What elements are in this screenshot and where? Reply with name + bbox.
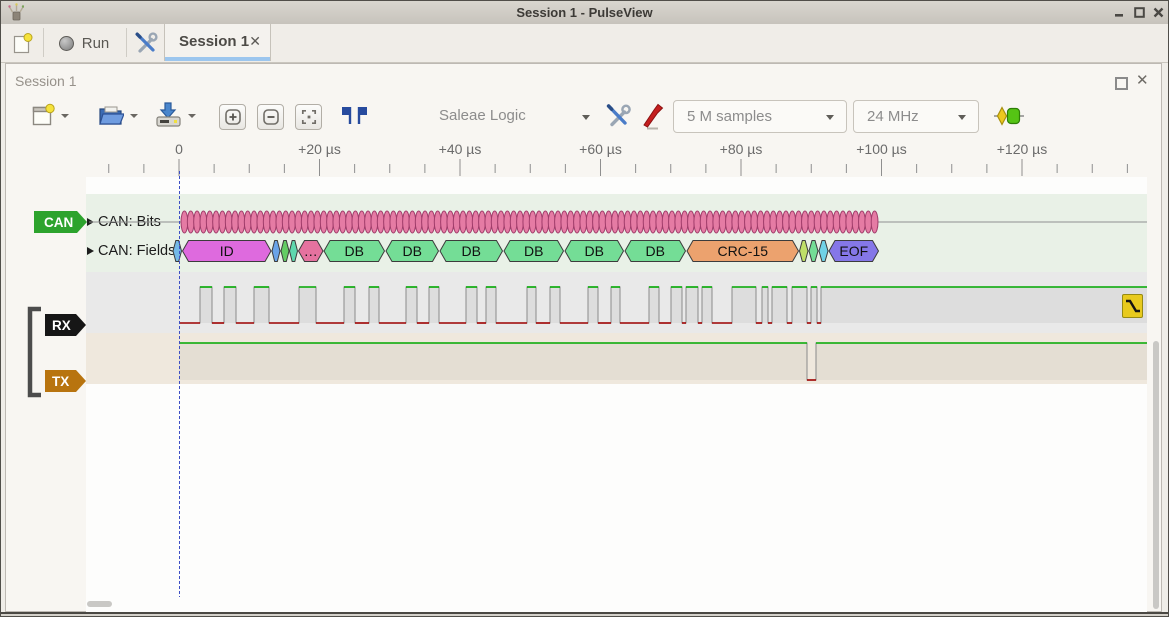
wrench-screwdriver-icon [134,32,158,55]
tx-row-background [86,333,1147,384]
run-label: Run [82,35,110,52]
probe-icon [639,101,666,130]
ruler-tick-label: +100 µs [856,141,907,157]
ruler-tick-label: +120 µs [997,141,1048,157]
ruler-tick-label: +40 µs [439,141,482,157]
channel-tag-label: TX [52,374,69,389]
channel-group-bracket [25,306,45,398]
ruler-tick-label: +80 µs [720,141,763,157]
close-button[interactable] [1150,6,1166,19]
dock-title: Session 1 [15,73,76,89]
horizontal-scrollbar[interactable] [87,601,112,607]
zoom-out-button[interactable] [257,104,284,130]
zoom-fit-icon [298,106,320,128]
toolbar-separator [43,28,44,57]
window-title: Session 1 - PulseView [1,5,1168,20]
decoder-tag-label: CAN [44,215,73,230]
row-label-can-bits: CAN: Bits [98,214,161,230]
tab-session-1[interactable]: Session 1 ✕ [164,24,271,61]
pulseview-window: Session 1 - PulseView Run [0,0,1169,617]
save-dropdown-caret[interactable] [188,114,196,118]
new-session-button[interactable] [8,30,36,56]
channels-button[interactable] [637,100,667,131]
decoder-row-background [86,194,1147,272]
minimize-button[interactable] [1111,6,1127,19]
open-folder-icon [97,103,124,127]
falling-edge-icon [1123,295,1142,317]
expand-arrow-icon[interactable] [87,218,94,226]
tab-active-indicator [165,57,270,61]
session-new-button[interactable] [29,100,57,130]
new-file-icon [12,32,33,55]
vertical-scrollbar[interactable] [1153,341,1159,609]
expand-arrow-icon[interactable] [87,247,94,255]
device-caret [582,115,590,120]
run-state-icon [59,36,74,51]
rx-row-background [86,272,1147,333]
dock-float-button[interactable] [1115,77,1128,90]
add-decoder-button[interactable] [992,105,1026,127]
zoom-out-icon [260,106,282,128]
sample-rate-select[interactable]: 24 MHz [853,100,979,133]
ruler-tick-label: +60 µs [579,141,622,157]
flags-icon [339,103,369,129]
channel-tag-label: RX [52,318,71,333]
zoom-fit-button[interactable] [295,104,322,130]
sample-rate-caret [958,115,966,120]
ruler-tick-label: +20 µs [298,141,341,157]
falling-edge-trigger-marker[interactable] [1122,294,1143,318]
open-dropdown-caret[interactable] [130,114,138,118]
tab-label: Session 1 [179,33,249,50]
tab-close-icon[interactable]: ✕ [249,33,261,50]
settings-button[interactable] [132,29,160,57]
sample-count-caret [826,115,834,120]
run-button[interactable]: Run [51,29,117,57]
main-toolbar: Run Session 1 ✕ [1,24,1168,63]
row-label-can-fields: CAN: Fields [98,243,175,259]
device-name: Saleae Logic [439,107,526,124]
new-dropdown-caret[interactable] [61,114,69,118]
maximize-button[interactable] [1131,6,1147,19]
device-config-button[interactable] [603,102,633,130]
window-bottom-edge [1,612,1168,617]
zoom-in-icon [222,106,244,128]
sample-count-select[interactable]: 5 M samples [673,100,847,133]
window-titlebar[interactable]: Session 1 - PulseView [1,1,1168,25]
device-select[interactable]: Saleae Logic [426,101,596,133]
toolbar-separator [126,28,127,57]
decoder-tag-can[interactable]: CAN [34,211,87,233]
dock-close-button[interactable]: ✕ [1136,71,1149,89]
open-button[interactable] [95,100,125,130]
sample-count-value: 5 M samples [687,108,772,125]
sample-rate-value: 24 MHz [867,108,919,125]
ruler-tick-label: 0 [175,141,183,157]
trigger-markers-button[interactable] [338,102,370,130]
wrench-screwdriver-icon [605,104,631,129]
new-view-icon [31,103,55,128]
zoom-in-button[interactable] [219,104,246,130]
save-button[interactable] [153,100,183,130]
save-icon [155,102,182,128]
decoder-icon [993,106,1025,126]
